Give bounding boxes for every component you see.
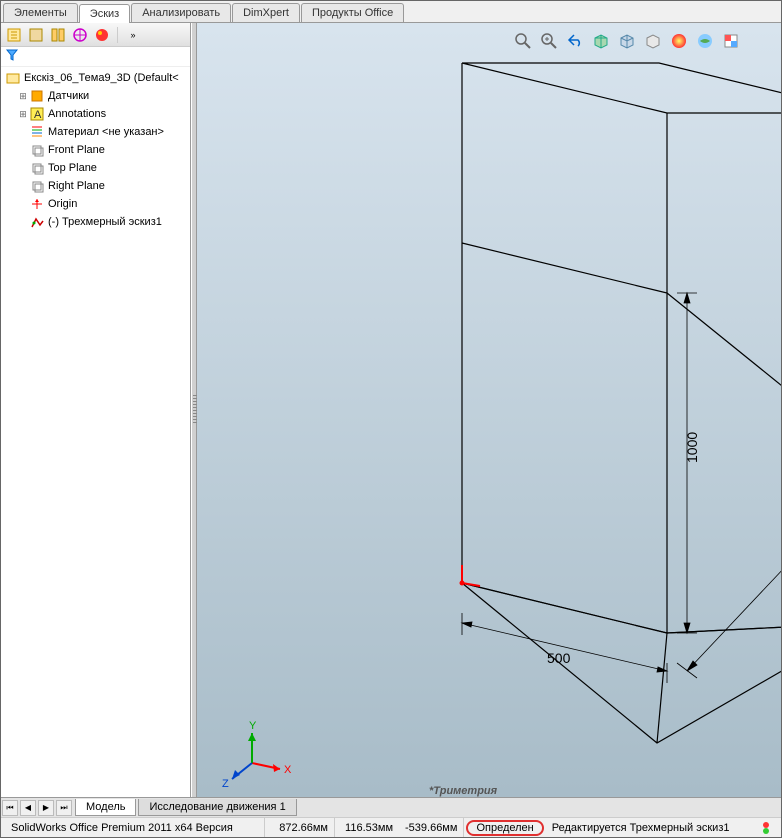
status-defined: Определен — [466, 820, 543, 836]
plane-icon — [29, 160, 45, 176]
origin-icon — [29, 196, 45, 212]
toolbar-separator — [117, 27, 118, 43]
tree-origin-label: Origin — [48, 198, 77, 210]
tree-annotations-label: Annotations — [48, 108, 106, 120]
tab-dimxpert[interactable]: DimXpert — [232, 3, 300, 22]
tree-front-plane[interactable]: Front Plane — [1, 141, 190, 159]
dimxpert-manager-icon[interactable] — [71, 26, 89, 44]
tree-sensors-label: Датчики — [48, 90, 89, 102]
material-icon — [29, 124, 45, 140]
tab-last-icon[interactable]: ⏭ — [56, 800, 72, 816]
status-coord-y: 116.53мм — [335, 818, 399, 837]
expand-icon[interactable]: ⊞ — [17, 109, 29, 120]
tree-material[interactable]: Материал <не указан> — [1, 123, 190, 141]
tab-next-icon[interactable]: ▶ — [38, 800, 54, 816]
triad-x: X — [284, 764, 292, 776]
status-editing: Редактируется Трехмерный эскиз1 — [546, 818, 755, 837]
statusbar: SolidWorks Office Premium 2011 x64 Верси… — [1, 817, 781, 837]
tree-top-plane[interactable]: Top Plane — [1, 159, 190, 177]
status-rebuild-icon[interactable] — [755, 818, 777, 837]
status-coord-x: 872.66мм — [265, 818, 335, 837]
view-name-label: *Триметрия — [429, 785, 497, 797]
tab-prev-icon[interactable]: ◀ — [20, 800, 36, 816]
filter-icon[interactable] — [5, 48, 19, 65]
bottom-tab-model[interactable]: Модель — [75, 799, 136, 816]
status-product: SolidWorks Office Premium 2011 x64 Верси… — [5, 818, 265, 837]
graphics-viewport[interactable]: 500 1000 1000 — [197, 23, 781, 797]
tree-right-label: Right Plane — [48, 180, 105, 192]
status-coord-z: -539.66мм — [399, 818, 464, 837]
tree-right-plane[interactable]: Right Plane — [1, 177, 190, 195]
overflow-icon[interactable]: » — [124, 26, 142, 44]
tab-office[interactable]: Продукты Office — [301, 3, 404, 22]
tab-first-icon[interactable]: ⏮ — [2, 800, 18, 816]
triad-z: Z — [222, 778, 229, 790]
tree-material-label: Материал <не указан> — [48, 126, 164, 138]
expand-icon[interactable]: ⊞ — [17, 91, 29, 102]
triad-y: Y — [249, 720, 257, 732]
tree-annotations[interactable]: ⊞ A Annotations — [1, 105, 190, 123]
feature-manager-toolbar: » — [1, 23, 190, 47]
tree-3dsketch[interactable]: (-) Трехмерный эскиз1 — [1, 213, 190, 231]
annotations-icon: A — [29, 106, 45, 122]
tab-elements[interactable]: Элементы — [3, 3, 78, 22]
plane-icon — [29, 142, 45, 158]
tree-root[interactable]: Екскіз_06_Тема9_3D (Default< — [1, 69, 190, 87]
plane-icon — [29, 178, 45, 194]
feature-tree: Екскіз_06_Тема9_3D (Default< ⊞ Датчики ⊞… — [1, 67, 190, 797]
model-drawing: 500 1000 1000 — [197, 23, 781, 797]
dim-1000-vertical[interactable]: 1000 — [684, 432, 700, 463]
feature-tree-icon[interactable] — [5, 26, 23, 44]
tab-sketch[interactable]: Эскиз — [79, 4, 130, 23]
tree-3dsketch-label: (-) Трехмерный эскиз1 — [48, 216, 162, 228]
bottom-tab-motion[interactable]: Исследование движения 1 — [138, 799, 296, 816]
bottom-tabbar: ⏮ ◀ ▶ ⏭ Модель Исследование движения 1 — [1, 797, 781, 817]
command-tabbar: Элементы Эскиз Анализировать DimXpert Пр… — [1, 1, 781, 23]
property-manager-icon[interactable] — [27, 26, 45, 44]
render-manager-icon[interactable] — [93, 26, 111, 44]
sensors-icon — [29, 88, 45, 104]
configuration-manager-icon[interactable] — [49, 26, 67, 44]
svg-text:A: A — [34, 109, 42, 121]
tab-analyze[interactable]: Анализировать — [131, 3, 231, 22]
tree-origin[interactable]: Origin — [1, 195, 190, 213]
main-area: » Екскіз_06_Тема9_3D (Default< ⊞ Датчики… — [1, 23, 781, 797]
tree-root-label: Екскіз_06_Тема9_3D (Default< — [24, 72, 179, 84]
tree-top-label: Top Plane — [48, 162, 97, 174]
part-icon — [5, 70, 21, 86]
tree-front-label: Front Plane — [48, 144, 105, 156]
sketch3d-icon — [29, 214, 45, 230]
tree-sensors[interactable]: ⊞ Датчики — [1, 87, 190, 105]
filter-row — [1, 47, 190, 67]
dim-500[interactable]: 500 — [547, 650, 571, 666]
app-window: Элементы Эскиз Анализировать DimXpert Пр… — [0, 0, 782, 838]
feature-manager-panel: » Екскіз_06_Тема9_3D (Default< ⊞ Датчики… — [1, 23, 191, 797]
view-triad: X Y Z — [222, 720, 292, 790]
